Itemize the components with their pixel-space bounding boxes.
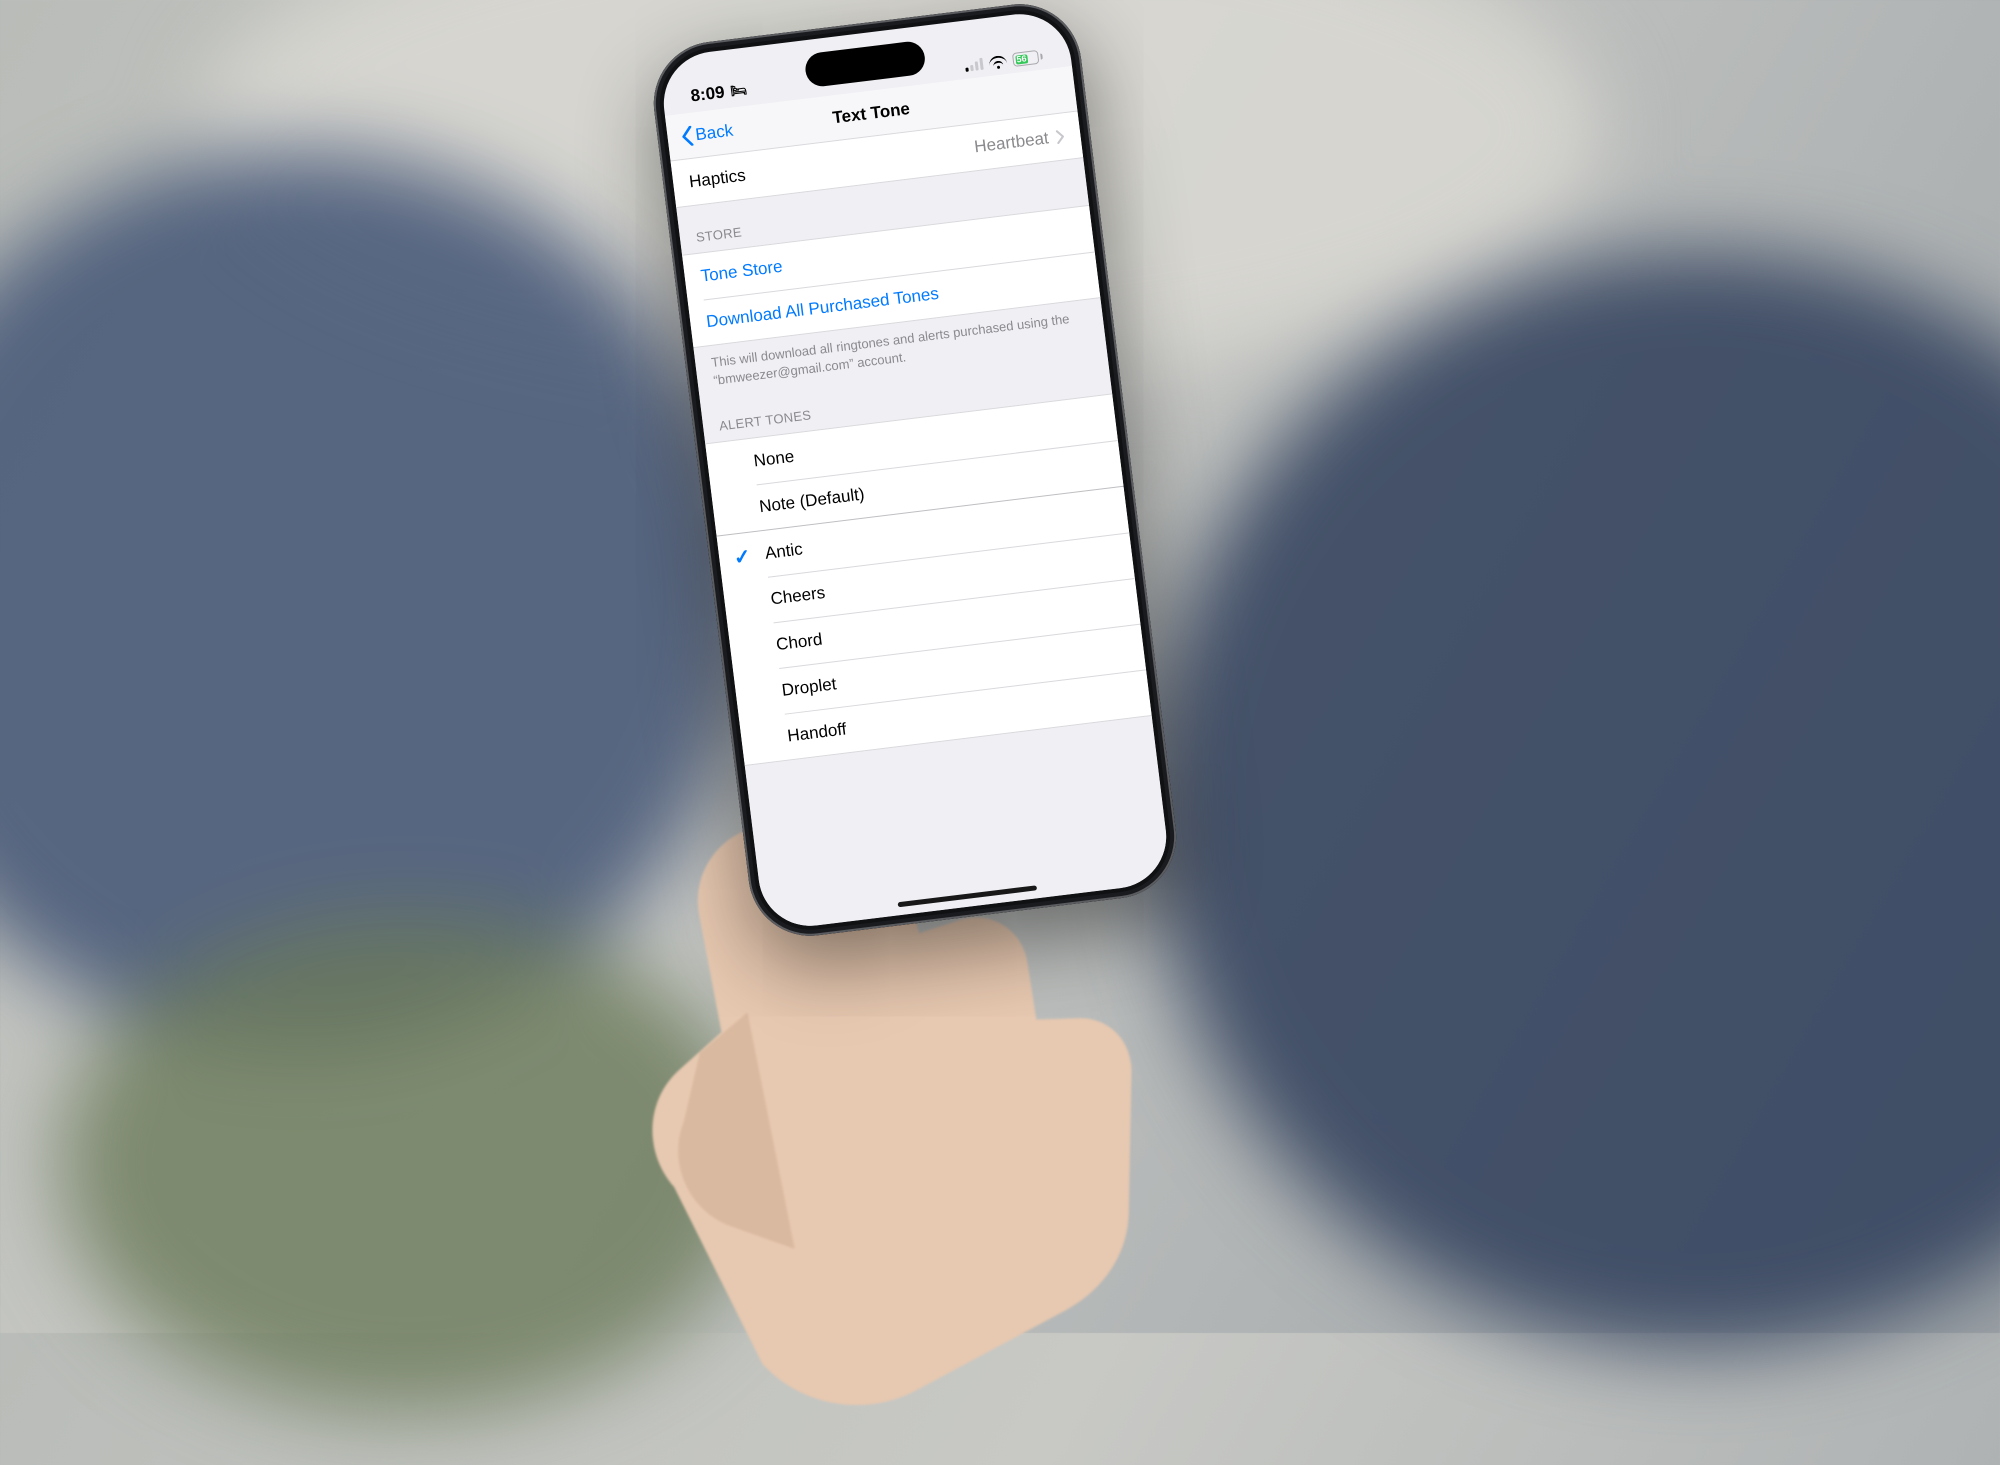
checkmark-icon: ✓ xyxy=(718,542,767,572)
checkmark-icon xyxy=(736,691,782,697)
alert-tone-label: Droplet xyxy=(781,674,838,701)
haptics-label: Haptics xyxy=(688,166,747,193)
battery-icon: 56 xyxy=(1012,49,1043,67)
tone-store-label: Tone Store xyxy=(700,257,784,287)
alert-tone-label: Handoff xyxy=(786,719,847,746)
checkmark-icon xyxy=(708,462,754,468)
status-time: 8:09 xyxy=(690,82,726,106)
alert-tone-label: Chord xyxy=(775,630,823,655)
checkmark-icon xyxy=(714,507,760,513)
checkmark-icon xyxy=(725,600,771,606)
cellular-icon xyxy=(964,58,983,72)
back-label: Back xyxy=(694,120,734,144)
sleep-icon: 🛏 xyxy=(730,82,748,100)
checkmark-icon xyxy=(742,737,788,743)
alert-tone-label: Antic xyxy=(764,539,804,563)
alert-tones-group: None Note (Default) ✓Antic Cheers Chord Dropl… xyxy=(705,393,1152,766)
checkmark-icon xyxy=(731,645,777,651)
chevron-right-icon xyxy=(1056,129,1066,144)
page-title: Text Tone xyxy=(831,99,911,128)
wifi-icon xyxy=(988,54,1007,69)
alert-tone-label: Cheers xyxy=(770,583,827,610)
alert-tone-label: None xyxy=(753,447,796,472)
back-button[interactable]: Back xyxy=(673,107,742,159)
chevron-left-icon xyxy=(680,125,694,146)
haptics-value: Heartbeat xyxy=(973,128,1050,157)
alert-tone-label: Note (Default) xyxy=(758,485,865,518)
